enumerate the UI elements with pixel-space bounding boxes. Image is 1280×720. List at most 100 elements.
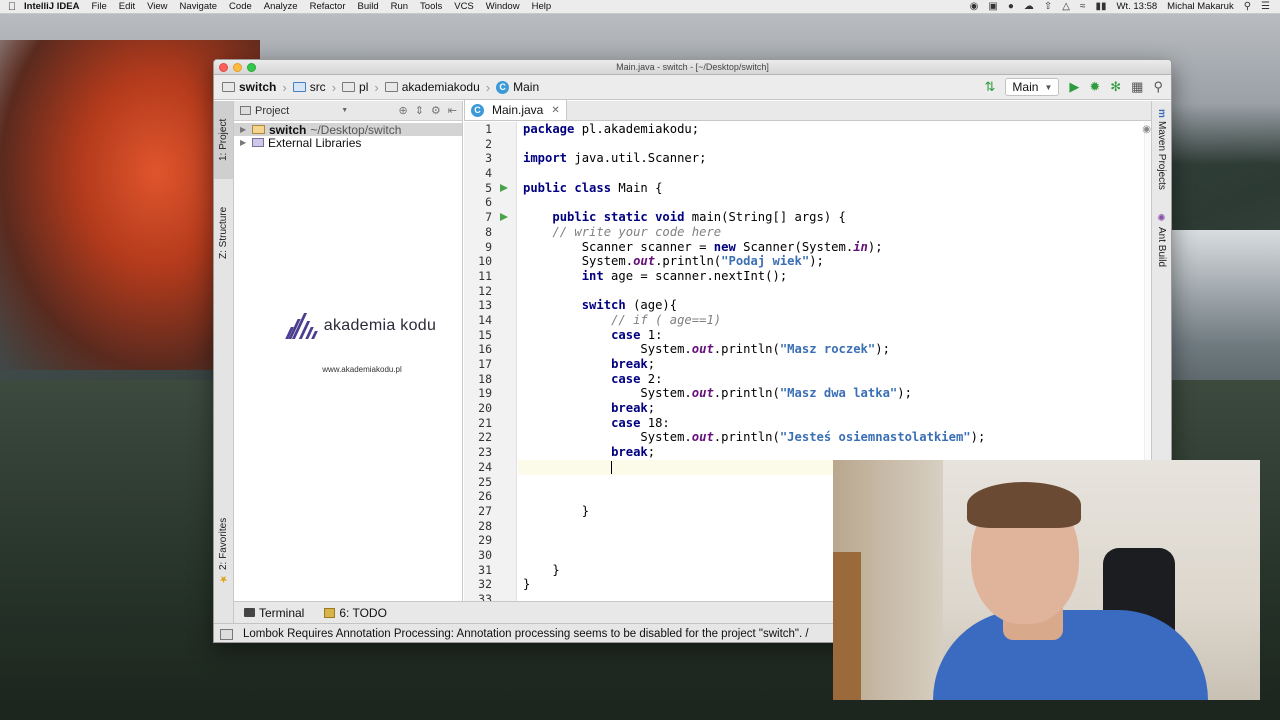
static-field: out xyxy=(691,430,714,445)
maven-projects-button[interactable]: m Maven Projects xyxy=(1152,109,1171,199)
keyword: case xyxy=(611,327,641,342)
terminal-tab[interactable]: Terminal xyxy=(244,606,304,620)
terminal-label: Terminal xyxy=(259,605,305,620)
battery-icon[interactable]: ▮▮ xyxy=(1095,1,1106,12)
menu-analyze[interactable]: Analyze xyxy=(264,1,298,12)
expand-arrow-icon[interactable]: ▶ xyxy=(240,138,252,147)
project-tool-button[interactable]: 1: Project xyxy=(214,101,233,179)
editor-tab-bar: C Main.java ✕ xyxy=(464,100,1153,121)
hide-panel-icon[interactable]: ⇤ xyxy=(448,104,457,117)
breadcrumb-main[interactable]: Main xyxy=(513,80,539,94)
project-structure-icon[interactable]: ▦ xyxy=(1131,79,1143,95)
debug-icon[interactable]: ✹ xyxy=(1089,79,1100,95)
project-panel-actions: ⊕ ⇕ ⚙ ⇤ xyxy=(398,104,462,117)
menu-vcs[interactable]: VCS xyxy=(454,1,474,12)
close-icon[interactable]: ✕ xyxy=(551,105,559,116)
menu-build[interactable]: Build xyxy=(357,1,378,12)
code-text: 18: xyxy=(640,415,670,430)
structure-tool-label: Z: Structure xyxy=(218,206,229,260)
line-number: 25 xyxy=(478,474,492,489)
menu-window[interactable]: Window xyxy=(486,1,520,12)
webcam-overlay xyxy=(833,460,1260,700)
menu-help[interactable]: Help xyxy=(532,1,552,12)
line-number: 28 xyxy=(478,518,492,533)
menu-run[interactable]: Run xyxy=(391,1,408,12)
minimize-window-button[interactable] xyxy=(233,63,242,72)
library-icon xyxy=(252,138,264,147)
logo-mark-icon xyxy=(284,313,318,339)
code-text: .println( xyxy=(713,430,780,445)
app-menu[interactable]: IntelliJ IDEA xyxy=(24,1,79,12)
run-gutter-icon[interactable] xyxy=(500,183,508,192)
code-text: age = scanner.nextInt(); xyxy=(603,268,788,283)
user-name[interactable]: Michal Makaruk xyxy=(1167,1,1234,12)
breadcrumb-pl[interactable]: pl xyxy=(359,80,368,94)
collapse-icon[interactable]: ⇕ xyxy=(415,104,424,117)
screen-icon[interactable]: ▣ xyxy=(988,1,997,12)
code-text: ; xyxy=(647,357,656,371)
todo-tab[interactable]: 6: TODO xyxy=(324,606,387,620)
structure-tool-button[interactable]: Z: Structure xyxy=(214,193,233,273)
notification-list-icon[interactable]: ☰ xyxy=(1261,1,1270,12)
keyword: switch xyxy=(581,298,626,313)
coverage-icon[interactable]: ✻ xyxy=(1110,79,1121,95)
menu-file[interactable]: File xyxy=(91,1,106,12)
app-tray-icon[interactable]: ● xyxy=(1008,1,1014,12)
cloud-icon[interactable]: ☁ xyxy=(1024,1,1034,12)
breadcrumb-project[interactable]: switch xyxy=(239,80,276,94)
run-gutter-icon[interactable] xyxy=(500,213,508,222)
keyword: int xyxy=(581,268,604,283)
editor-gutter[interactable]: 1 2 3 4 5 6 7 8 9 10 11 12 13 14 15 16 17 18 19 20 21 22 23 24 2… xyxy=(464,122,517,601)
chevron-down-icon[interactable]: ▼ xyxy=(341,107,348,114)
window-titlebar[interactable]: Main.java - switch - [~/Desktop/switch] xyxy=(214,60,1171,75)
tree-item-switch[interactable]: ▶ switch ~/Desktop/switch xyxy=(234,123,462,137)
menu-code[interactable]: Code xyxy=(229,1,252,12)
record-icon[interactable]: ◉ xyxy=(970,1,979,12)
menu-tools[interactable]: Tools xyxy=(420,1,442,12)
line-number: 12 xyxy=(478,283,492,298)
tab-main-java[interactable]: C Main.java ✕ xyxy=(464,100,567,120)
comment: // write your code here xyxy=(552,224,722,239)
breadcrumb-src[interactable]: src xyxy=(310,80,326,94)
menu-navigate[interactable]: Navigate xyxy=(180,1,218,12)
code-text: pl.akademiakodu; xyxy=(574,122,700,136)
package-icon xyxy=(384,82,398,92)
upload-icon[interactable]: ⇧ xyxy=(1044,1,1052,12)
code-line-7: public static void main(String[] args) { xyxy=(518,210,1143,225)
clock[interactable]: Wt. 13:58 xyxy=(1117,1,1158,12)
eye-icon[interactable]: ◉ xyxy=(1142,124,1151,135)
line-number: 33 xyxy=(478,592,492,601)
code-text: Scanner(System. xyxy=(735,239,854,254)
code-line-3: import java.util.Scanner; xyxy=(518,151,1143,166)
ant-build-button[interactable]: ✺ Ant Build xyxy=(1152,213,1171,283)
wifi-icon[interactable]: ≈ xyxy=(1080,1,1086,12)
build-project-icon[interactable]: ⇅ xyxy=(985,79,996,95)
run-configuration-select[interactable]: Main ▼ xyxy=(1005,78,1060,96)
line-number: 23 xyxy=(478,445,492,460)
menu-view[interactable]: View xyxy=(147,1,167,12)
tree-item-external-libraries[interactable]: ▶ External Libraries xyxy=(234,136,462,150)
status-message[interactable]: Lombok Requires Annotation Processing: A… xyxy=(243,628,809,640)
line-number: 7 xyxy=(464,210,516,225)
menu-edit[interactable]: Edit xyxy=(119,1,135,12)
gear-icon[interactable]: ⚙ xyxy=(431,104,441,117)
run-icon[interactable]: ▶ xyxy=(1069,79,1079,95)
project-view-select[interactable]: Project xyxy=(255,105,289,117)
breadcrumb-akademiakodu[interactable]: akademiakodu xyxy=(402,80,480,94)
apple-icon[interactable]:  xyxy=(0,1,24,13)
target-icon[interactable]: ⊕ xyxy=(398,104,407,117)
line-number: 27 xyxy=(478,503,492,518)
line-number: 10 xyxy=(478,254,492,269)
toggle-tool-windows-icon[interactable] xyxy=(220,628,233,640)
code-text: System. xyxy=(640,386,692,401)
airplay-icon[interactable]: △ xyxy=(1062,1,1070,12)
line-number: 21 xyxy=(478,415,492,430)
close-window-button[interactable] xyxy=(219,63,228,72)
code-text: ; xyxy=(647,401,656,416)
expand-arrow-icon[interactable]: ▶ xyxy=(240,125,252,134)
zoom-window-button[interactable] xyxy=(247,63,256,72)
menu-refactor[interactable]: Refactor xyxy=(310,1,346,12)
spotlight-search-icon[interactable]: ⚲ xyxy=(1244,1,1251,12)
search-icon[interactable]: ⚲ xyxy=(1153,79,1163,95)
favorites-tool-button[interactable]: ★ 2: Favorites xyxy=(214,509,233,593)
